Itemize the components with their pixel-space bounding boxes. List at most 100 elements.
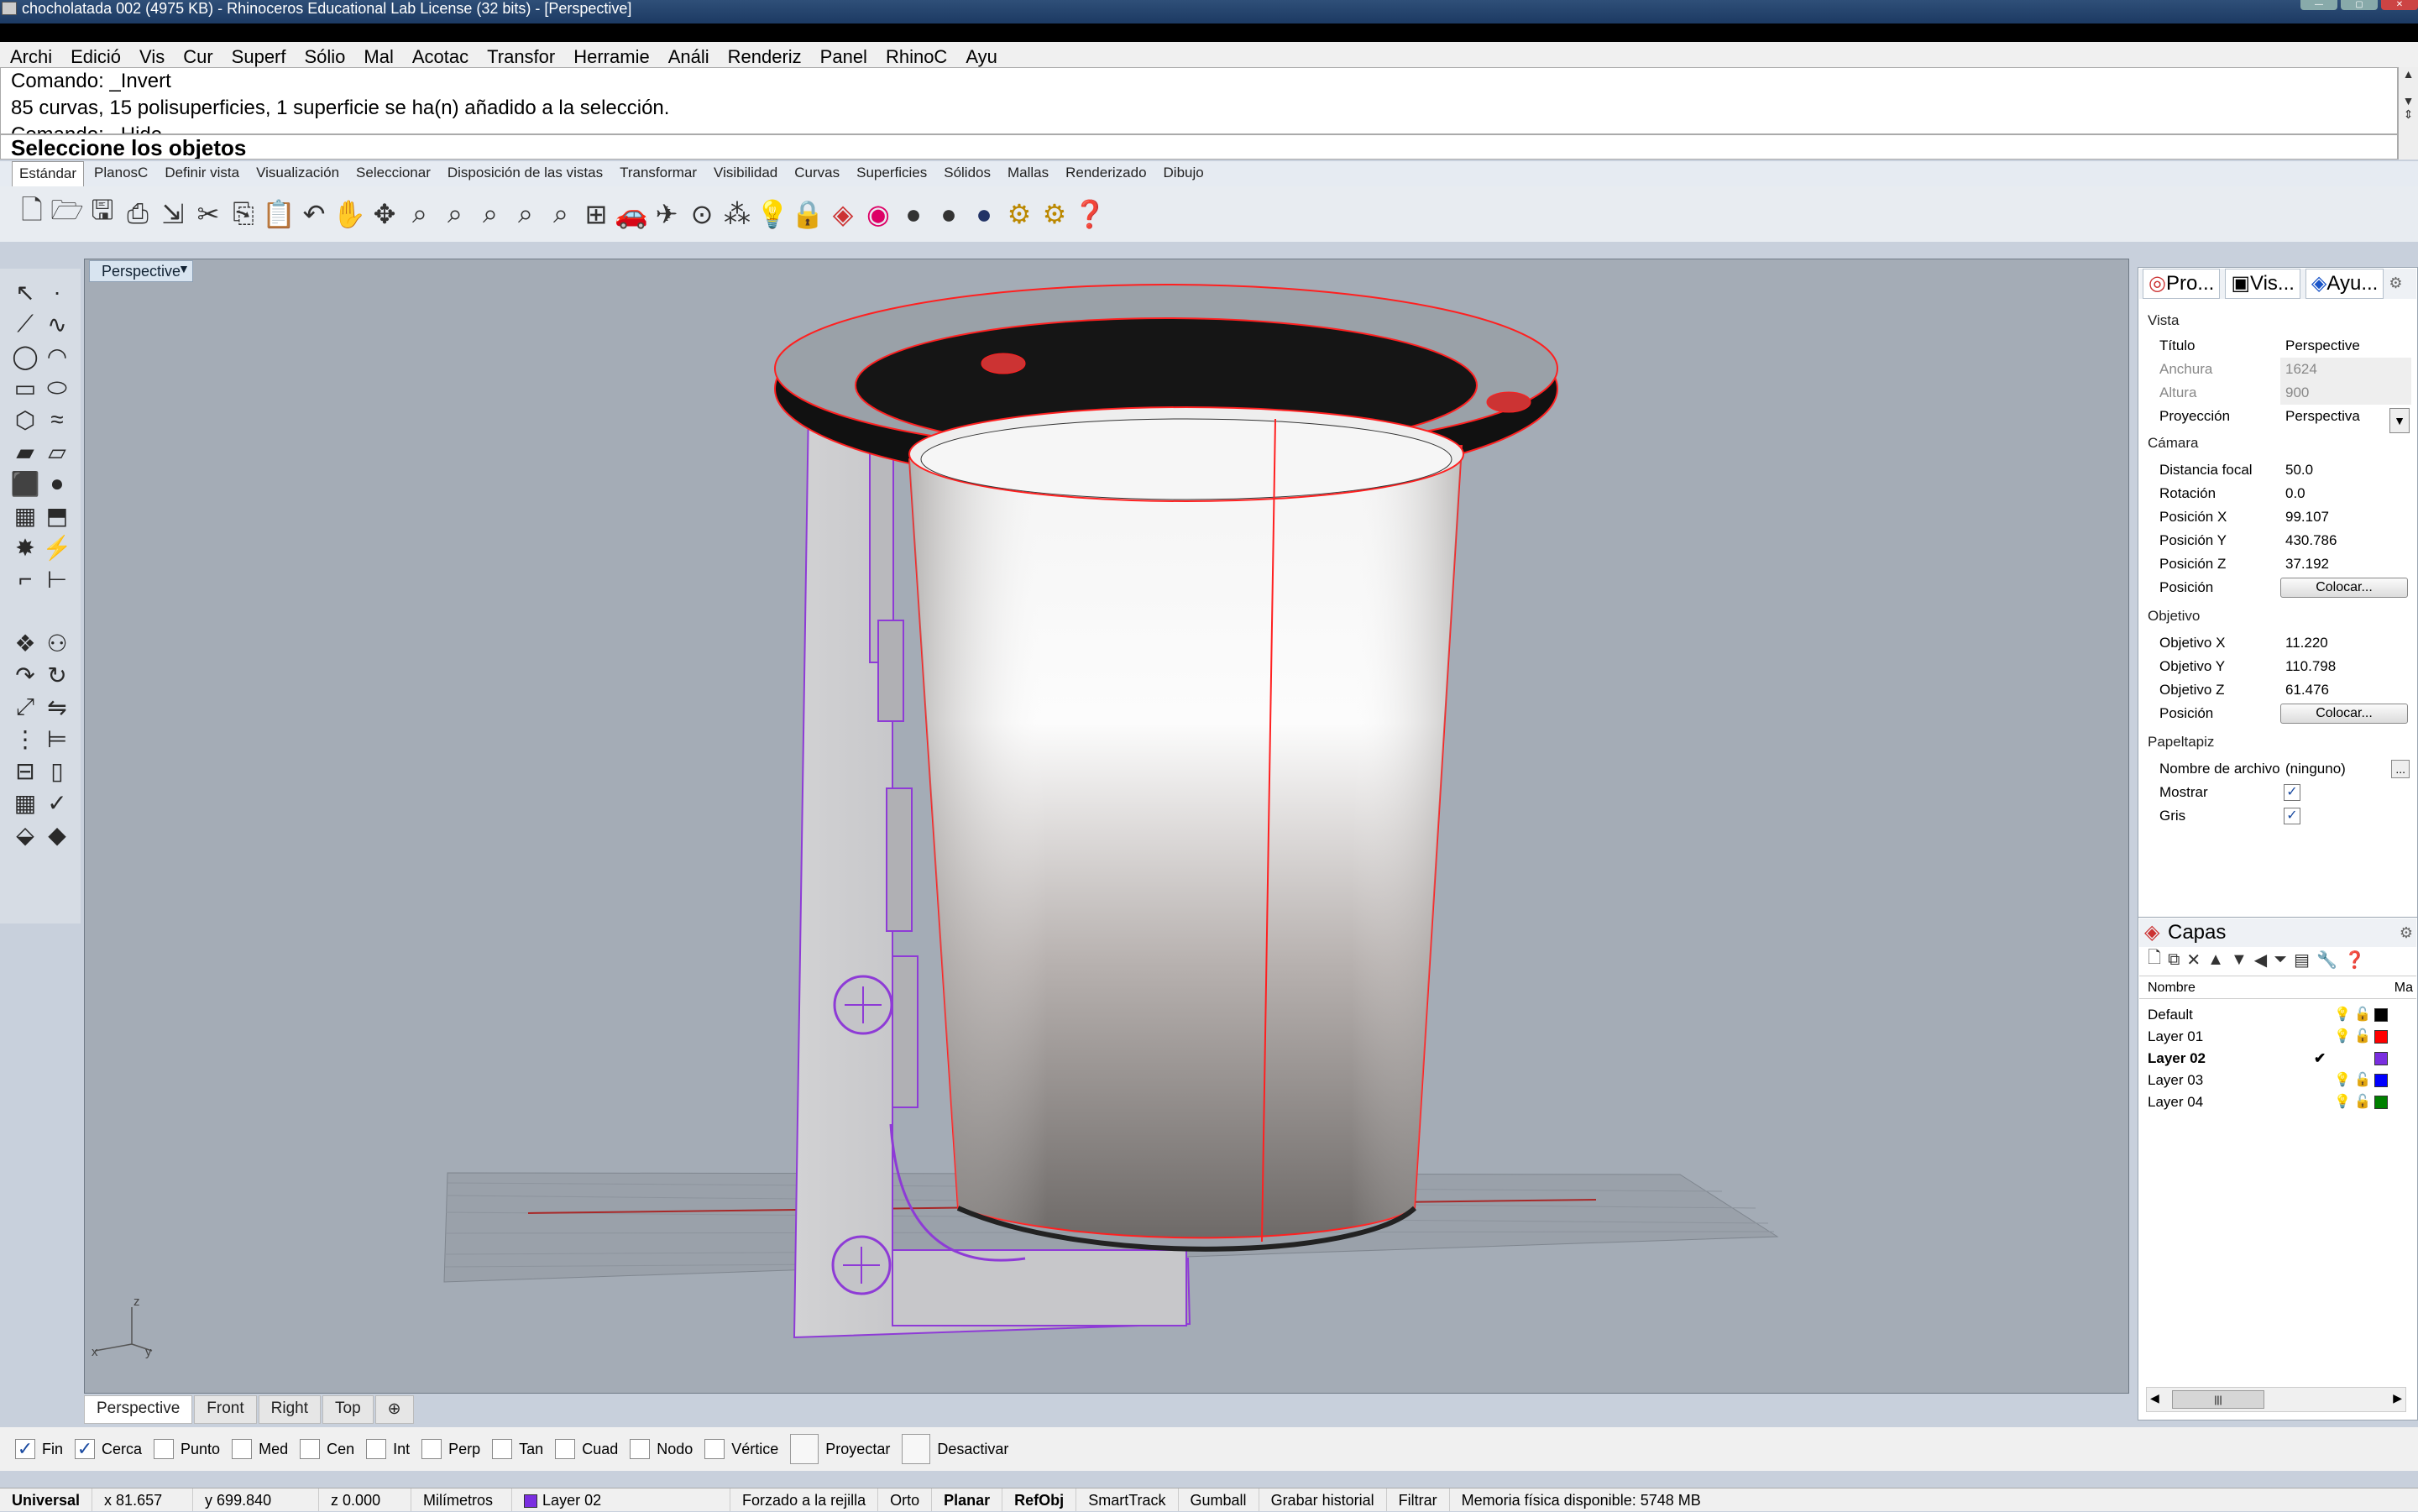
minimize-button[interactable]: — bbox=[2300, 0, 2337, 10]
group-icon[interactable]: ❖ bbox=[8, 628, 42, 658]
osnap-perp[interactable]: Perp bbox=[421, 1439, 480, 1459]
tab-definir-vista[interactable]: Definir vista bbox=[158, 161, 246, 186]
menu-edicion[interactable]: Edició bbox=[71, 42, 121, 67]
prop-posx-value[interactable]: 99.107 bbox=[2280, 505, 2411, 529]
viewport-menu-chevron-down-icon[interactable]: ▼ bbox=[178, 262, 190, 275]
layer-color-swatch[interactable] bbox=[2374, 1008, 2388, 1022]
options-gear-icon[interactable]: ⚙ bbox=[1038, 196, 1071, 233]
open-folder-icon[interactable]: 🗁 bbox=[50, 195, 84, 233]
browse-file-button[interactable]: ... bbox=[2391, 760, 2410, 778]
cut-icon[interactable]: ✂ bbox=[191, 196, 225, 233]
surface-icon[interactable]: ▰ bbox=[8, 437, 42, 467]
menu-ayuda[interactable]: Ayu bbox=[966, 42, 997, 67]
command-prompt[interactable]: Seleccione los objetos bbox=[0, 134, 2398, 160]
prop-rotacion-value[interactable]: 0.0 bbox=[2280, 482, 2411, 505]
mostrar-checkbox[interactable]: ✓ bbox=[2284, 784, 2300, 801]
layer-row[interactable]: Layer 01 💡 🔓 bbox=[2148, 1026, 2408, 1048]
menu-mallas[interactable]: Mal bbox=[364, 42, 393, 67]
osnap-tan[interactable]: Tan bbox=[492, 1439, 543, 1459]
menu-superficies[interactable]: Superf bbox=[232, 42, 286, 67]
scroll-right-icon[interactable]: ▶ bbox=[2393, 1391, 2402, 1405]
osnap-perp-checkbox[interactable] bbox=[421, 1439, 442, 1459]
tab-help[interactable]: ◈Ayu... bbox=[2305, 269, 2384, 299]
align-icon[interactable]: ⊨ bbox=[40, 724, 74, 754]
add-viewport-plus-icon[interactable]: ⊕ bbox=[374, 1395, 414, 1424]
status-planar[interactable]: Planar bbox=[932, 1488, 1003, 1511]
tab-estandar[interactable]: Estándar bbox=[12, 161, 85, 186]
light-bulb-icon[interactable]: 💡 bbox=[2334, 1091, 2351, 1113]
chevron-down-icon[interactable]: ▼ bbox=[2389, 408, 2410, 433]
prop-posz-value[interactable]: 37.192 bbox=[2280, 552, 2411, 576]
lock-icon[interactable]: 🔒 bbox=[791, 196, 824, 233]
import-icon[interactable]: ⇲ bbox=[156, 196, 190, 233]
layer-color-swatch[interactable] bbox=[2374, 1030, 2388, 1044]
extrude-icon[interactable]: ⬒ bbox=[40, 500, 74, 531]
column-material[interactable]: Ma bbox=[2394, 976, 2413, 1000]
grid-icon[interactable]: ▦ bbox=[8, 787, 42, 818]
light-bulb-icon[interactable]: 💡 bbox=[2334, 1026, 2351, 1048]
lock-open-icon[interactable]: 🔓 bbox=[2354, 1004, 2371, 1026]
osnap-cuad[interactable]: Cuad bbox=[555, 1439, 618, 1459]
status-smarttrack[interactable]: SmartTrack bbox=[1076, 1488, 1179, 1511]
copy-icon[interactable]: ⎘ bbox=[227, 196, 260, 233]
layer-states-icon[interactable]: ▤ bbox=[2294, 950, 2310, 971]
color-wheel-icon[interactable]: ◉ bbox=[861, 196, 895, 233]
status-layer[interactable]: Layer 02 bbox=[512, 1488, 731, 1511]
new-layer-icon[interactable]: 🗋 bbox=[2148, 945, 2161, 974]
menu-archivo[interactable]: Archi bbox=[10, 42, 52, 67]
polygon-icon[interactable]: ⬡ bbox=[8, 405, 42, 435]
move-parent-icon[interactable]: ◀ bbox=[2254, 950, 2267, 971]
dimension-icon[interactable]: ⊟ bbox=[8, 756, 42, 786]
shaded-sphere-icon[interactable]: ● bbox=[897, 196, 930, 233]
text-icon[interactable]: ▯ bbox=[40, 756, 74, 786]
select-point-icon[interactable]: ⊙ bbox=[685, 196, 719, 233]
zoom-selected-icon[interactable]: ⌕ bbox=[509, 196, 542, 233]
osnap-int[interactable]: Int bbox=[366, 1439, 410, 1459]
join-icon[interactable]: ⚇ bbox=[40, 628, 74, 658]
trim-icon[interactable]: ⌐ bbox=[8, 564, 42, 594]
osnap-cerca[interactable]: ✓ Cerca bbox=[75, 1439, 142, 1459]
delete-layer-icon[interactable]: ✕ bbox=[2186, 950, 2201, 971]
osnap-cen[interactable]: Cen bbox=[300, 1439, 354, 1459]
osnap-cerca-checkbox[interactable]: ✓ bbox=[75, 1439, 96, 1459]
osnap-nodo-checkbox[interactable] bbox=[630, 1439, 651, 1459]
menu-acotacion[interactable]: Acotac bbox=[412, 42, 468, 67]
paste-icon[interactable]: 📋 bbox=[262, 196, 296, 233]
layer-row-current[interactable]: Layer 02 ✔ bbox=[2148, 1048, 2408, 1070]
rendered-sphere-icon[interactable]: ● bbox=[932, 196, 966, 233]
osnap-fin[interactable]: ✓ Fin bbox=[15, 1439, 63, 1459]
layers-settings-gear-icon[interactable]: ⚙ bbox=[2400, 918, 2413, 947]
menu-solidos[interactable]: Sólio bbox=[305, 42, 346, 67]
status-units[interactable]: Milímetros bbox=[411, 1488, 513, 1511]
polyline-icon[interactable]: ⟋ bbox=[8, 309, 42, 339]
array-icon[interactable]: ⋮ bbox=[8, 724, 42, 754]
tab-renderizado[interactable]: Renderizado bbox=[1059, 161, 1153, 186]
layer-row[interactable]: Layer 03 💡 🔓 bbox=[2148, 1070, 2408, 1091]
osnap-med-checkbox[interactable] bbox=[232, 1439, 253, 1459]
help-icon[interactable]: ❓ bbox=[1073, 196, 1107, 233]
status-filter[interactable]: Filtrar bbox=[1387, 1488, 1450, 1511]
boolean-icon[interactable]: ⚡ bbox=[40, 532, 74, 562]
tab-curvas[interactable]: Curvas bbox=[788, 161, 846, 186]
new-sublayer-icon[interactable]: ⧉ bbox=[2168, 950, 2180, 970]
tab-disposicion[interactable]: Disposición de las vistas bbox=[441, 161, 610, 186]
tab-transformar[interactable]: Transformar bbox=[613, 161, 704, 186]
light-bulb-icon[interactable]: 💡 bbox=[2334, 1070, 2351, 1091]
rectangle-icon[interactable]: ▭ bbox=[8, 373, 42, 403]
render-icon[interactable]: ● bbox=[967, 196, 1001, 233]
move-down-icon[interactable]: ▼ bbox=[2231, 950, 2248, 970]
layer-color-swatch[interactable] bbox=[2374, 1096, 2388, 1109]
prop-objy-value[interactable]: 110.798 bbox=[2280, 655, 2411, 678]
osnap-vertice[interactable]: Vértice bbox=[704, 1439, 778, 1459]
pan-hand-icon[interactable]: ✋ bbox=[332, 196, 366, 233]
scale-icon[interactable]: ⤢ bbox=[8, 692, 42, 722]
rotate-view-icon[interactable]: ✥ bbox=[368, 196, 401, 233]
point-icon[interactable]: · bbox=[40, 277, 74, 307]
tab-top[interactable]: Top bbox=[322, 1395, 374, 1424]
tab-display[interactable]: ▣Vis... bbox=[2225, 269, 2300, 299]
surface-edge-icon[interactable]: ▱ bbox=[40, 437, 74, 467]
zoom-icon[interactable]: ⌕ bbox=[403, 196, 437, 233]
tab-visibilidad[interactable]: Visibilidad bbox=[707, 161, 784, 186]
box-icon[interactable]: ⬛ bbox=[8, 468, 42, 499]
sphere-icon[interactable]: ● bbox=[40, 468, 74, 499]
